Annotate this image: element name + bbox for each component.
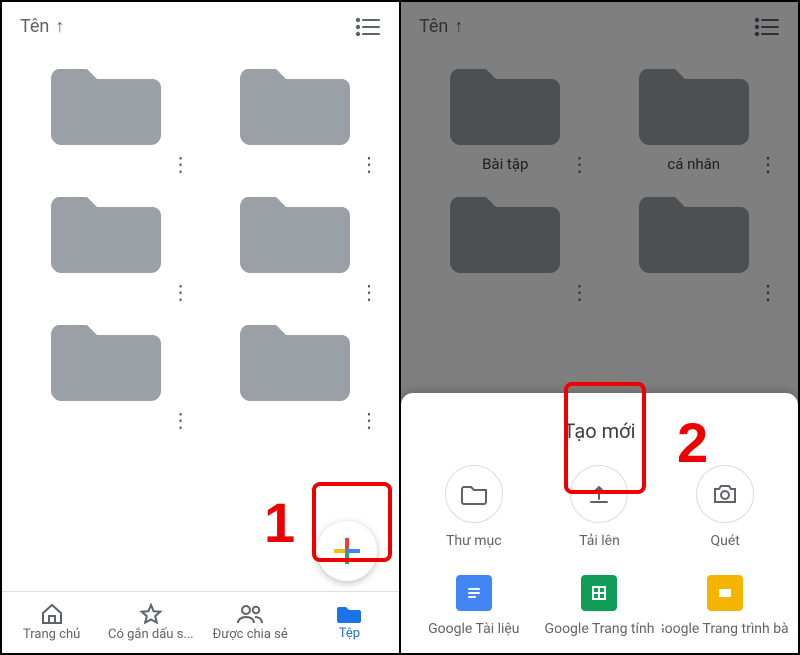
- sheet-item-label: Google Trang trình bày: [662, 621, 788, 637]
- sort-label: Tên: [419, 16, 448, 37]
- more-icon[interactable]: ⋮: [359, 410, 379, 430]
- sort-control[interactable]: Tên ↑: [20, 16, 64, 37]
- nav-label: Có gắn dấu s...: [108, 627, 194, 642]
- slides-icon: [716, 584, 734, 602]
- folder-item[interactable]: ⋮: [22, 313, 191, 431]
- sheet-item-label: Quét: [710, 533, 739, 549]
- folder-icon: [51, 185, 161, 273]
- arrow-up-icon: ↑: [454, 18, 463, 36]
- create-sheets[interactable]: Google Trang tính: [537, 575, 663, 637]
- folder-item[interactable]: ⋮: [211, 313, 380, 431]
- sheets-icon: [590, 584, 608, 602]
- folder-label: Bài tập: [421, 155, 590, 173]
- folder-item[interactable]: cá nhân⋮: [610, 57, 779, 175]
- upload-icon: [587, 482, 611, 506]
- nav-starred[interactable]: Có gắn dấu s...: [101, 592, 200, 653]
- nav-label: Được chia sẻ: [212, 627, 287, 642]
- folder-icon: [240, 57, 350, 145]
- nav-home[interactable]: Trang chủ: [2, 592, 101, 653]
- folder-grid: ⋮ ⋮ ⋮ ⋮ ⋮ ⋮: [2, 47, 399, 431]
- folder-icon: [240, 313, 350, 401]
- folder-item[interactable]: ⋮: [211, 185, 380, 303]
- create-new-sheet: Tạo mới Thư mục Tải lên: [401, 393, 798, 653]
- more-icon[interactable]: ⋮: [359, 154, 379, 174]
- sheet-grid: Thư mục Tải lên: [411, 465, 788, 637]
- tutorial-frame: Tên ↑ ⋮ ⋮: [0, 0, 800, 655]
- folder-icon: [450, 57, 560, 145]
- star-icon: [139, 603, 163, 625]
- more-icon[interactable]: ⋮: [758, 282, 778, 302]
- create-scan[interactable]: Quét: [662, 465, 788, 549]
- nav-shared[interactable]: Được chia sẻ: [201, 592, 300, 653]
- more-icon[interactable]: ⋮: [171, 282, 191, 302]
- sheet-title: Tạo mới: [411, 419, 788, 443]
- bottom-nav: Trang chủ Có gắn dấu s... Được chia sẻ T…: [2, 591, 399, 653]
- nav-files[interactable]: Tệp: [300, 592, 399, 653]
- plus-multicolor-icon: [332, 536, 362, 566]
- folder-item[interactable]: ⋮: [421, 185, 590, 303]
- sheet-item-label: Google Trang tính: [545, 621, 655, 637]
- create-folder[interactable]: Thư mục: [411, 465, 537, 549]
- fab-create[interactable]: [317, 521, 377, 581]
- folder-icon: [240, 185, 350, 273]
- camera-icon: [712, 483, 738, 505]
- view-toggle-list-icon[interactable]: [754, 17, 780, 37]
- sheet-item-label: Thư mục: [446, 533, 502, 549]
- nav-label: Trang chủ: [23, 627, 80, 642]
- create-slides[interactable]: Google Trang trình bày: [662, 575, 788, 637]
- folder-icon: [639, 185, 749, 273]
- docs-icon: [465, 584, 483, 602]
- sort-control[interactable]: Tên ↑: [419, 16, 463, 37]
- more-icon[interactable]: ⋮: [171, 154, 191, 174]
- create-docs[interactable]: Google Tài liệu: [411, 575, 537, 637]
- create-upload[interactable]: Tải lên: [537, 465, 663, 549]
- folder-icon: [450, 185, 560, 273]
- folder-label: cá nhân: [610, 155, 779, 173]
- folder-icon: [51, 57, 161, 145]
- home-icon: [40, 603, 64, 625]
- arrow-up-icon: ↑: [55, 18, 64, 36]
- folder-item[interactable]: Bài tập⋮: [421, 57, 590, 175]
- folder-item[interactable]: ⋮: [22, 185, 191, 303]
- tutorial-step-number: 1: [264, 490, 295, 555]
- more-icon[interactable]: ⋮: [359, 282, 379, 302]
- folder-item[interactable]: ⋮: [22, 57, 191, 175]
- view-toggle-list-icon[interactable]: [355, 17, 381, 37]
- nav-label: Tệp: [339, 626, 360, 641]
- folder-item[interactable]: ⋮: [610, 185, 779, 303]
- screen-step-1: Tên ↑ ⋮ ⋮: [2, 2, 401, 653]
- people-icon: [237, 603, 263, 625]
- screen-step-2: Tên ↑ Bài tập⋮ cá nhân⋮: [401, 2, 798, 653]
- sheet-item-label: Google Tài liệu: [428, 621, 519, 637]
- sort-label: Tên: [20, 16, 49, 37]
- header: Tên ↑: [401, 2, 798, 47]
- folder-grid: Bài tập⋮ cá nhân⋮ ⋮ ⋮: [401, 47, 798, 303]
- folder-filled-icon: [337, 604, 361, 624]
- folder-icon: [51, 313, 161, 401]
- sheet-item-label: Tải lên: [579, 533, 620, 549]
- folder-icon: [639, 57, 749, 145]
- more-icon[interactable]: ⋮: [171, 410, 191, 430]
- header: Tên ↑: [2, 2, 399, 47]
- more-icon[interactable]: ⋮: [570, 282, 590, 302]
- folder-outline-icon: [461, 483, 487, 505]
- folder-item[interactable]: ⋮: [211, 57, 380, 175]
